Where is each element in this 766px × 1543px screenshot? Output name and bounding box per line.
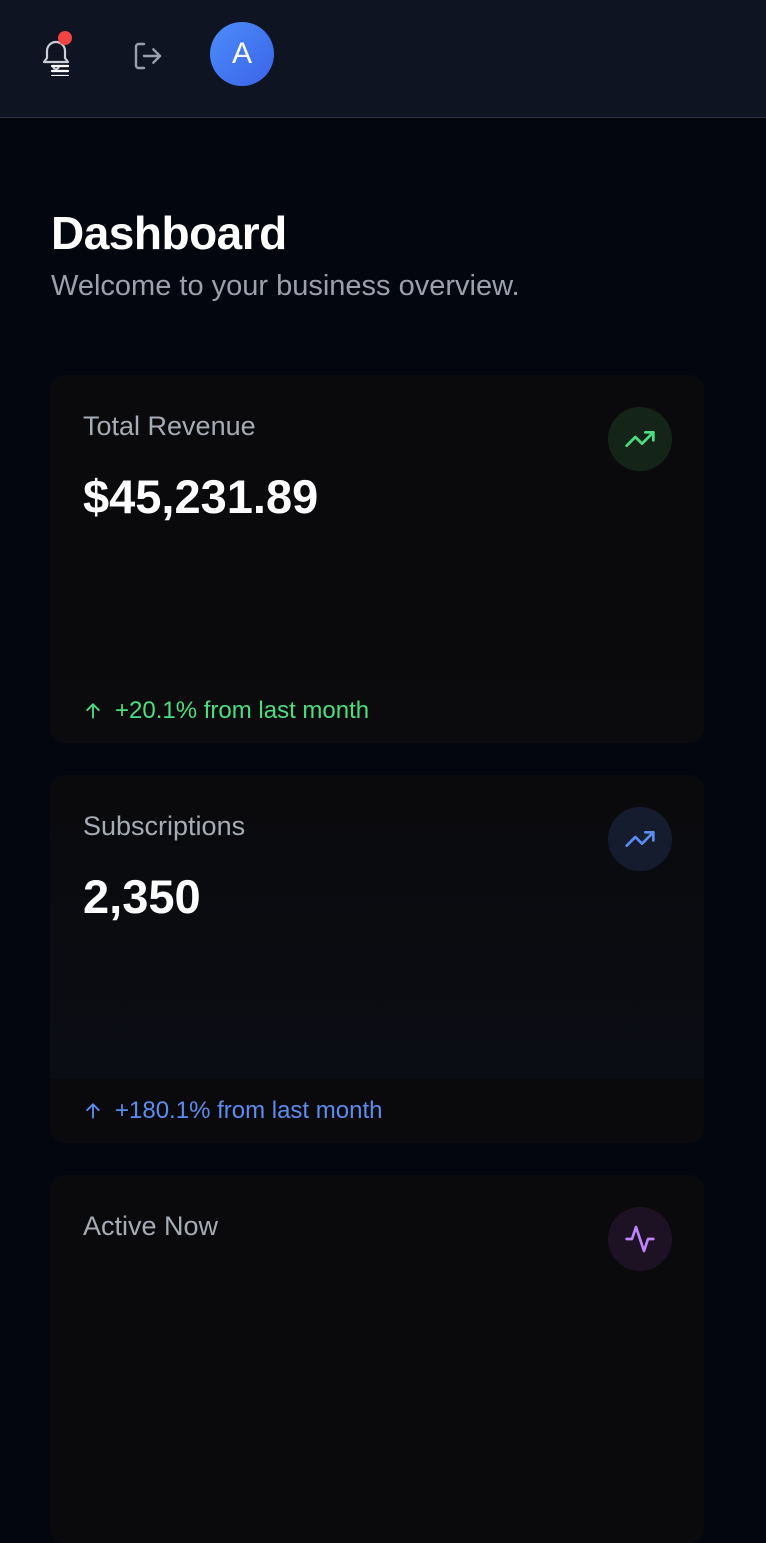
logout-button[interactable] <box>124 32 172 80</box>
page-subtitle: Welcome to your business overview. <box>51 270 520 302</box>
notifications-button[interactable] <box>32 32 80 80</box>
stat-card-active-now: Active Now <box>50 1175 704 1543</box>
card-change: +20.1% from last month <box>115 697 370 724</box>
arrow-up-icon <box>86 703 100 719</box>
top-bar: A <box>0 0 766 118</box>
user-avatar[interactable]: A <box>210 22 274 86</box>
trending-up-icon <box>625 831 655 847</box>
arrow-up-icon <box>86 1103 100 1119</box>
card-footer: +180.1% from last month <box>50 1079 704 1143</box>
card-value: 2,350 <box>83 870 201 923</box>
card-footer: +20.1% from last month <box>50 679 704 743</box>
avatar-initial: A <box>231 37 252 70</box>
card-value: $45,231.89 <box>83 470 319 523</box>
card-icon-badge <box>608 807 672 871</box>
card-change: +180.1% from last month <box>115 1097 383 1124</box>
card-label: Subscriptions <box>83 811 246 841</box>
card-label: Total Revenue <box>83 411 256 441</box>
logout-icon <box>134 42 162 70</box>
notification-dot <box>58 31 72 45</box>
page-title: Dashboard <box>51 207 287 259</box>
trending-up-icon <box>625 431 655 447</box>
card-label: Active Now <box>83 1211 219 1241</box>
card-icon-badge <box>608 1207 672 1271</box>
card-icon-badge <box>608 407 672 471</box>
activity-icon <box>625 1225 655 1253</box>
stat-card-subscriptions: Subscriptions 2,350 +180.1% from last mo… <box>50 775 704 1143</box>
stat-card-total-revenue: Total Revenue $45,231.89 +20.1% from las… <box>50 375 704 743</box>
